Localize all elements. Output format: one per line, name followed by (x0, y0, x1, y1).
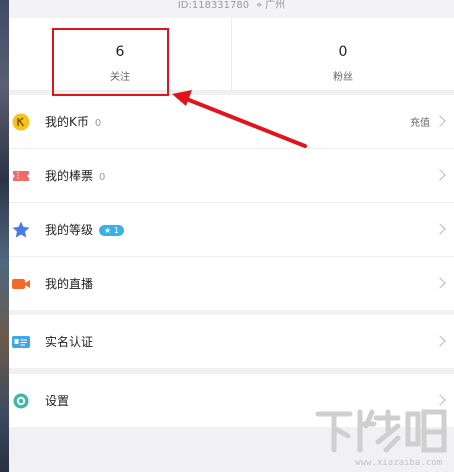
menu-item-live[interactable]: 我的直播 (9, 257, 454, 310)
video-camera-icon (12, 279, 30, 289)
menu-item-label: 我的棒票 (45, 169, 94, 183)
ticket-icon (13, 171, 29, 181)
profile-info-bar: ID:118331780 ⌖ 广州 (9, 0, 454, 18)
menu-item-label: 实名认证 (45, 335, 94, 349)
menu-item-tickets[interactable]: 我的棒票 0 (9, 149, 454, 203)
verification-section: 实名认证 (9, 315, 454, 368)
level-badge: ★ 1 (99, 225, 124, 236)
menu-item-label: 我的直播 (45, 277, 94, 291)
chevron-right-icon (434, 223, 446, 235)
background-window-strip (0, 0, 9, 472)
user-location: 广州 (265, 0, 286, 11)
followers-stat[interactable]: 0 粉丝 (231, 18, 454, 90)
gear-icon (13, 393, 29, 409)
user-id: ID:118331780 (177, 0, 250, 11)
chevron-right-icon (434, 169, 446, 181)
kcoin-icon (12, 113, 30, 131)
menu-item-verify[interactable]: 实名认证 (9, 315, 454, 368)
watermark-site-text: www.xiazaiba.com (355, 458, 442, 468)
follow-stats: 6 关注 0 粉丝 (9, 18, 454, 91)
menu-item-kcoin[interactable]: 我的K币 0 充值 (9, 95, 454, 149)
menu-item-label: 我的等级 (45, 223, 94, 237)
followers-label: 粉丝 (333, 72, 353, 83)
watermark: www.xiazaiba.com (310, 404, 450, 468)
star-icon (12, 221, 30, 238)
menu-item-level[interactable]: 我的等级 ★ 1 (9, 203, 454, 257)
tickets-count: 0 (99, 172, 106, 183)
following-label: 关注 (110, 72, 130, 83)
following-stat[interactable]: 6 关注 (9, 18, 231, 90)
followers-count: 0 (338, 44, 348, 60)
following-count: 6 (115, 44, 125, 60)
chevron-right-icon (434, 115, 446, 127)
watermark-logo-icon (315, 409, 447, 453)
wallet-section: 我的K币 0 充值 我的棒票 0 我的等级 ★ 1 我的直播 (9, 95, 454, 310)
chevron-right-icon (434, 277, 446, 289)
menu-item-label: 设置 (45, 394, 70, 408)
id-card-icon (12, 336, 30, 348)
chevron-right-icon (434, 335, 446, 347)
recharge-link[interactable]: 充值 (410, 114, 430, 129)
location-pin-icon: ⌖ (256, 0, 262, 11)
level-value: 1 (113, 226, 119, 235)
menu-item-label: 我的K币 (45, 115, 89, 129)
kcoin-count: 0 (94, 118, 102, 129)
